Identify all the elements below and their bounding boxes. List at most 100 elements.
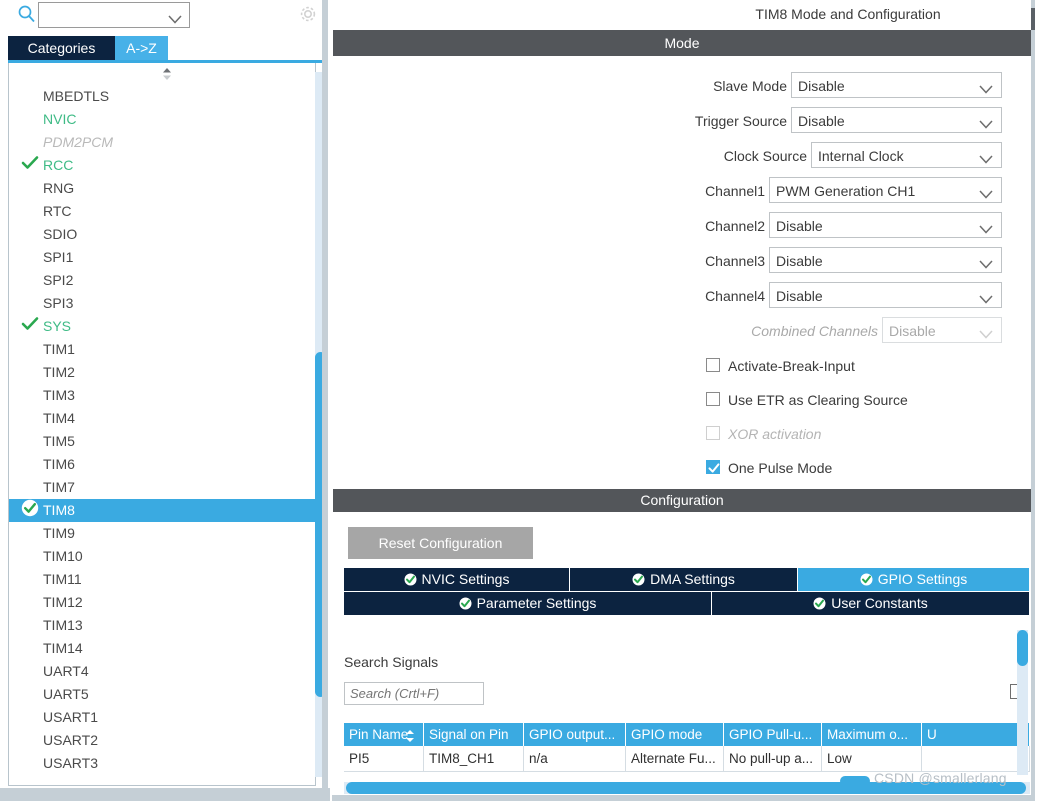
column-header-signal-on-pin[interactable]: Signal on Pin [424,723,524,746]
mode-select[interactable]: Internal Clock [811,142,1002,168]
mode-label: Channel4 [705,288,765,304]
mode-select[interactable]: Disable [769,212,1002,238]
green-check-icon [813,595,831,611]
search-combo[interactable] [38,2,190,28]
sidebar-item-pdm2pcm[interactable]: PDM2PCM [9,131,315,154]
sidebar-item-tim14[interactable]: TIM14 [9,637,315,660]
sidebar-item-tim1[interactable]: TIM1 [9,338,315,361]
column-header-pin-name[interactable]: Pin Name [344,723,424,746]
tab-nvic-settings[interactable]: NVIC Settings [344,568,570,591]
sidebar-item-tim3[interactable]: TIM3 [9,384,315,407]
tab-label: GPIO Settings [877,571,968,587]
checkbox-label: One Pulse Mode [728,460,833,476]
sidebar-item-label: TIM12 [43,594,83,610]
table-cell[interactable]: No pull-up a... [724,746,822,771]
sidebar-item-tim12[interactable]: TIM12 [9,591,315,614]
checkbox-box[interactable] [706,460,720,474]
checkbox-label: Activate-Break-Input [728,358,855,374]
mode-row-slave-mode: Slave Mode Disable [332,72,1031,101]
gpio-vertical-scrollbar-thumb[interactable] [1017,630,1028,666]
sidebar-item-tim9[interactable]: TIM9 [9,522,315,545]
config-tabs-row-2: Parameter Settings User Constants [344,592,1030,615]
panel-divider-highlight [328,0,330,801]
sidebar-item-usart1[interactable]: USART1 [9,706,315,729]
sidebar-item-label: TIM14 [43,640,83,656]
sidebar-item-usart2[interactable]: USART2 [9,729,315,752]
sidebar-item-tim4[interactable]: TIM4 [9,407,315,430]
table-cell[interactable]: Alternate Fu... [626,746,724,771]
sidebar-item-label: RCC [43,157,74,173]
table-cell[interactable]: PI5 [344,746,424,771]
tab-parameter-settings[interactable]: Parameter Settings [344,592,712,615]
table-cell[interactable]: Low [822,746,922,771]
table-cell[interactable]: n/a [524,746,626,771]
sidebar-item-tim7[interactable]: TIM7 [9,476,315,499]
checkbox-box[interactable] [706,392,720,406]
sidebar-item-tim6[interactable]: TIM6 [9,453,315,476]
mode-select: Disable [882,317,1002,343]
sidebar-item-rng[interactable]: RNG [9,177,315,200]
mode-row-clock-source: Clock Source Internal Clock [332,142,1031,171]
enabled-check-icon [21,154,39,177]
green-check-icon [632,571,650,587]
column-header-u[interactable]: U [922,723,1030,746]
table-row[interactable]: PI5 TIM8_CH1 n/a Alternate Fu... No pull-up … [344,746,1030,772]
tab-categories[interactable]: Categories [8,36,115,61]
sidebar-item-label: USART3 [43,755,98,771]
sidebar-item-rcc[interactable]: RCC [9,154,315,177]
sidebar-item-nvic[interactable]: NVIC [9,108,315,131]
tab-a-to-z[interactable]: A->Z [115,36,168,61]
signal-search-input[interactable] [344,682,484,705]
sidebar-item-label: USART1 [43,709,98,725]
column-header-gpio-mode[interactable]: GPIO mode [626,723,724,746]
sidebar-item-mbedtls[interactable]: MBEDTLS [9,85,315,108]
sidebar-item-tim11[interactable]: TIM11 [9,568,315,591]
sidebar-item-tim10[interactable]: TIM10 [9,545,315,568]
tab-gpio-settings[interactable]: GPIO Settings [798,568,1030,591]
mode-select-value: Disable [776,218,823,234]
mode-label: Clock Source [723,148,807,164]
column-header-gpio-output[interactable]: GPIO output... [524,723,626,746]
mode-select[interactable]: Disable [791,107,1002,133]
table-cell[interactable]: TIM8_CH1 [424,746,524,771]
sidebar-item-uart4[interactable]: UART4 [9,660,315,683]
sidebar-item-sys[interactable]: SYS [9,315,315,338]
sidebar-item-label: TIM9 [43,525,75,541]
pin-table-header: Pin Name Signal on Pin GPIO output... GPIO … [344,723,1030,746]
column-header-maximum-o[interactable]: Maximum o... [822,723,922,746]
gear-icon[interactable] [298,4,318,24]
mode-select[interactable]: PWM Generation CH1 [769,177,1002,203]
sort-arrows-icon[interactable] [159,67,175,81]
green-check-icon [459,595,477,611]
page-title: TIM8 Mode and Configuration [333,0,1041,28]
tab-user-constants[interactable]: User Constants [712,592,1030,615]
sidebar-item-spi2[interactable]: SPI2 [9,269,315,292]
mode-select[interactable]: Disable [769,247,1002,273]
checkbox-box[interactable] [706,358,720,372]
sidebar-item-usart3[interactable]: USART3 [9,752,315,775]
sidebar-item-spi1[interactable]: SPI1 [9,246,315,269]
mode-section-header: Mode [333,30,1031,56]
sidebar-item-tim2[interactable]: TIM2 [9,361,315,384]
mode-label: Slave Mode [713,78,787,94]
sidebar-item-sdio[interactable]: SDIO [9,223,315,246]
sidebar-item-tim5[interactable]: TIM5 [9,430,315,453]
sidebar-item-tim8[interactable]: TIM8 [9,499,315,522]
mode-label: Channel2 [705,218,765,234]
checkbox-label: XOR activation [728,426,822,442]
column-header-gpio-pull-u[interactable]: GPIO Pull-u... [724,723,822,746]
table-cell[interactable] [922,746,1030,771]
sidebar-item-spi3[interactable]: SPI3 [9,292,315,315]
mode-label: Channel3 [705,253,765,269]
sidebar-item-tim13[interactable]: TIM13 [9,614,315,637]
gpio-settings-pane: Search Signals Pin Name Signal on Pin GPIO… [344,630,1030,782]
mode-select[interactable]: Disable [791,72,1002,98]
panel-bottom-edge [0,788,330,801]
sidebar-item-label: TIM3 [43,387,75,403]
sidebar-item-uart5[interactable]: UART5 [9,683,315,706]
reset-configuration-button[interactable]: Reset Configuration [348,527,533,559]
mode-select[interactable]: Disable [769,282,1002,308]
sidebar-item-rtc[interactable]: RTC [9,200,315,223]
chevron-down-icon [979,291,993,307]
tab-dma-settings[interactable]: DMA Settings [570,568,798,591]
